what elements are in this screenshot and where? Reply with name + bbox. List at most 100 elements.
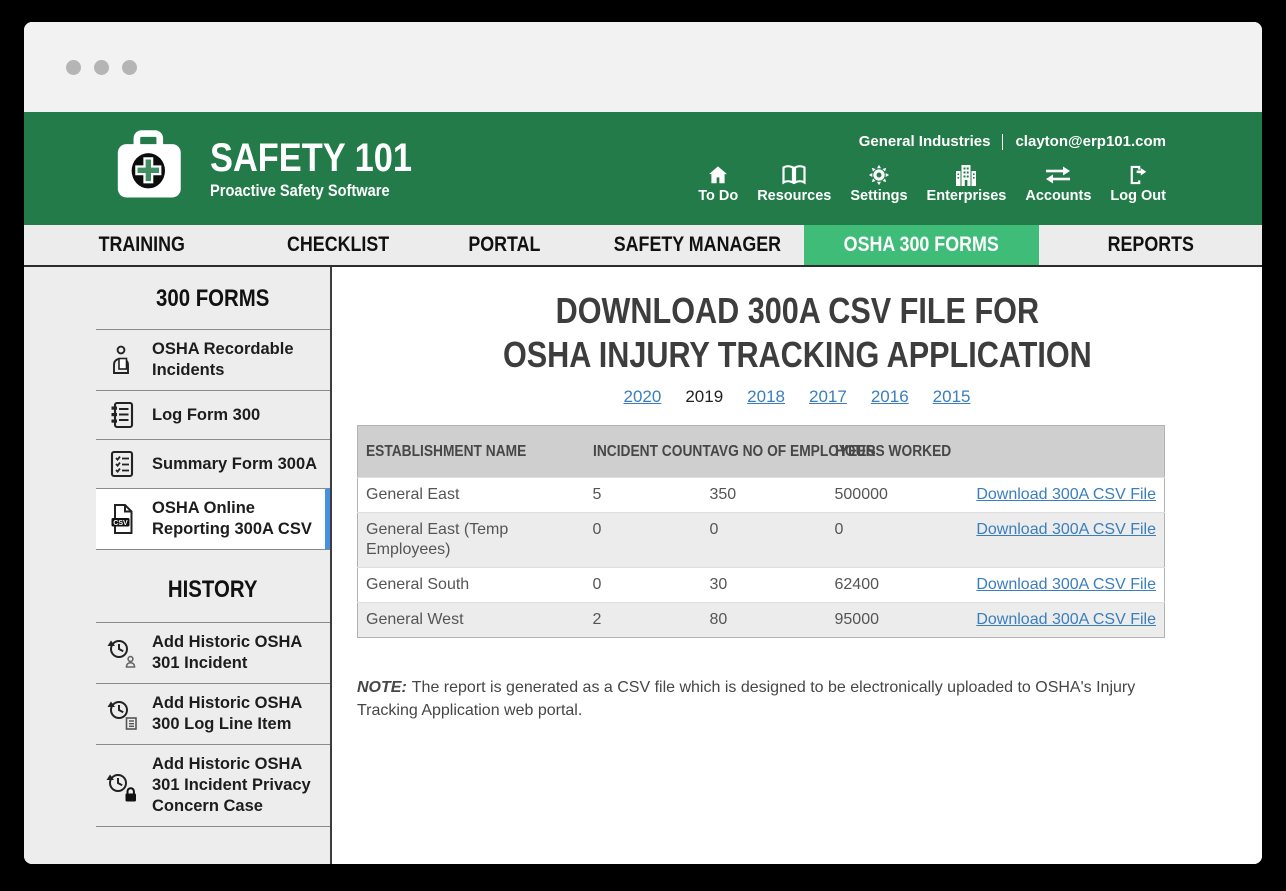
sidebar-item-label: Add Historic OSHA 301 Incident (152, 632, 324, 674)
user-email: clayton@erp101.com (1015, 133, 1166, 150)
sidebar-item-label: Summary Form 300A (152, 454, 317, 475)
col-establishment-name: ESTABLISHMENT NAME (358, 426, 585, 478)
year-link-2016[interactable]: 2016 (871, 387, 909, 407)
hours-worked: 95000 (827, 603, 962, 638)
table-row: General East (Temp Employees) 0 0 0 Down… (358, 513, 1165, 568)
brand-subtitle: Proactive Safety Software (210, 181, 390, 201)
tab-checklist[interactable]: CHECKLIST (259, 225, 418, 265)
window-controls[interactable] (66, 60, 137, 75)
sidebar-item-osha-online-reporting-300a-csv[interactable]: CSV OSHA Online Reporting 300A CSV (96, 488, 330, 549)
year-link-2018[interactable]: 2018 (747, 387, 785, 407)
download-300a-csv-link[interactable]: Download 300A CSV File (976, 611, 1156, 628)
log-book-icon (102, 400, 142, 430)
download-300a-csv-link[interactable]: Download 300A CSV File (976, 486, 1156, 503)
tab-reports[interactable]: REPORTS (1039, 225, 1262, 265)
table-row: General East 5 350 500000 Download 300A … (358, 478, 1165, 513)
person-report-icon (102, 344, 142, 376)
establishments-table: ESTABLISHMENT NAME INCIDENT COUNT AVG NO… (357, 425, 1165, 638)
establishment-name: General East (358, 478, 585, 513)
browser-window: SAFETY 101 Proactive Safety Software Gen… (24, 22, 1262, 864)
download-300a-csv-link[interactable]: Download 300A CSV File (976, 521, 1156, 538)
forms-menu-section: OSHA Recordable Incidents Log Form 300 (96, 329, 330, 550)
sidebar-heading-300-forms: 300 FORMS (96, 267, 330, 329)
hours-worked: 0 (827, 513, 962, 568)
hours-worked: 62400 (827, 568, 962, 603)
company-name: General Industries (859, 133, 991, 150)
main-tab-bar: TRAINING CHECKLIST PORTAL SAFETY MANAGER… (24, 225, 1262, 267)
nav-item-enterprises[interactable]: Enterprises (927, 164, 1007, 204)
app-header: SAFETY 101 Proactive Safety Software Gen… (24, 112, 1262, 225)
divider (1002, 134, 1003, 150)
table-header-row: ESTABLISHMENT NAME INCIDENT COUNT AVG NO… (358, 426, 1165, 478)
sidebar-item-add-historic-osha-300-log-line-item[interactable]: Add Historic OSHA 300 Log Line Item (96, 683, 330, 744)
note-label: NOTE: (357, 679, 407, 696)
sidebar-item-label: Add Historic OSHA 300 Log Line Item (152, 693, 324, 735)
sidebar-item-add-historic-osha-301-incident[interactable]: Add Historic OSHA 301 Incident (96, 622, 330, 683)
col-hours-worked: HOURS WORKED (827, 426, 962, 478)
col-avg-no-of-employees: AVG NO OF EMPLOYEES (702, 426, 827, 478)
tab-safety-manager[interactable]: SAFETY MANAGER (590, 225, 804, 265)
sidebar-item-label: OSHA Recordable Incidents (152, 339, 324, 381)
sidebar: 300 FORMS OSHA Recordable Incidents (24, 267, 332, 864)
gear-icon (868, 164, 890, 186)
year-link-2015[interactable]: 2015 (933, 387, 971, 407)
page-title: DOWNLOAD 300A CSV FILE FOR OSHA INJURY T… (332, 289, 1262, 377)
incident-count: 2 (585, 603, 702, 638)
tab-osha-300-forms[interactable]: OSHA 300 FORMS (804, 225, 1039, 265)
nav-item-logout[interactable]: Log Out (1110, 164, 1166, 204)
nav-label: Settings (850, 188, 907, 204)
incident-count: 5 (585, 478, 702, 513)
avg-employees: 80 (702, 603, 827, 638)
history-person-icon (102, 637, 142, 669)
nav-item-todo[interactable]: To Do (698, 164, 738, 204)
header-nav: To Do Resources Settings (698, 164, 1166, 204)
col-incident-count: INCIDENT COUNT (585, 426, 702, 478)
nav-label: Accounts (1025, 188, 1091, 204)
year-link-2020[interactable]: 2020 (624, 387, 662, 407)
history-log-icon (102, 698, 142, 730)
sidebar-item-log-form-300[interactable]: Log Form 300 (96, 390, 330, 439)
brand-title: SAFETY 101 (210, 137, 412, 179)
svg-text:CSV: CSV (113, 520, 128, 527)
window-titlebar (24, 22, 1262, 112)
history-menu-section: Add Historic OSHA 301 Incident (96, 622, 330, 827)
checklist-icon (102, 449, 142, 479)
account-line: General Industries clayton@erp101.com (859, 133, 1166, 150)
table-row: General South 0 30 62400 Download 300A C… (358, 568, 1165, 603)
nav-item-resources[interactable]: Resources (757, 164, 831, 204)
incident-count: 0 (585, 568, 702, 603)
header-right: General Industries clayton@erp101.com To… (698, 133, 1166, 204)
sidebar-item-label: Log Form 300 (152, 405, 260, 426)
window-control-dot[interactable] (66, 60, 81, 75)
sidebar-item-osha-recordable-incidents[interactable]: OSHA Recordable Incidents (96, 329, 330, 390)
building-icon (954, 164, 978, 186)
window-control-dot[interactable] (94, 60, 109, 75)
establishment-name: General East (Temp Employees) (358, 513, 585, 568)
main-panel: DOWNLOAD 300A CSV FILE FOR OSHA INJURY T… (332, 267, 1262, 864)
tab-training[interactable]: TRAINING (24, 225, 259, 265)
download-300a-csv-link[interactable]: Download 300A CSV File (976, 576, 1156, 593)
brand: SAFETY 101 Proactive Safety Software (114, 130, 445, 207)
avg-employees: 30 (702, 568, 827, 603)
sidebar-item-summary-form-300a[interactable]: Summary Form 300A (96, 439, 330, 488)
incident-count: 0 (585, 513, 702, 568)
establishment-name: General South (358, 568, 585, 603)
nav-label: Resources (757, 188, 831, 204)
year-link-2017[interactable]: 2017 (809, 387, 847, 407)
year-selector: 2020 2019 2018 2017 2016 2015 (332, 387, 1262, 407)
sidebar-menu: 300 FORMS OSHA Recordable Incidents (96, 267, 330, 827)
tab-portal[interactable]: PORTAL (418, 225, 590, 265)
table-row: General West 2 80 95000 Download 300A CS… (358, 603, 1165, 638)
brand-text: SAFETY 101 Proactive Safety Software (210, 137, 445, 201)
window-control-dot[interactable] (122, 60, 137, 75)
avg-employees: 350 (702, 478, 827, 513)
nav-item-settings[interactable]: Settings (850, 164, 907, 204)
note: NOTE:The report is generated as a CSV fi… (357, 676, 1147, 722)
sidebar-item-add-historic-osha-301-incident-privacy-concern-case[interactable]: Add Historic OSHA 301 Incident Privacy C… (96, 744, 330, 826)
year-current-2019: 2019 (685, 387, 723, 407)
nav-item-accounts[interactable]: Accounts (1025, 164, 1091, 204)
establishment-name: General West (358, 603, 585, 638)
nav-label: To Do (698, 188, 738, 204)
sidebar-item-label: Add Historic OSHA 301 Incident Privacy C… (152, 754, 324, 817)
logout-icon (1127, 164, 1149, 186)
